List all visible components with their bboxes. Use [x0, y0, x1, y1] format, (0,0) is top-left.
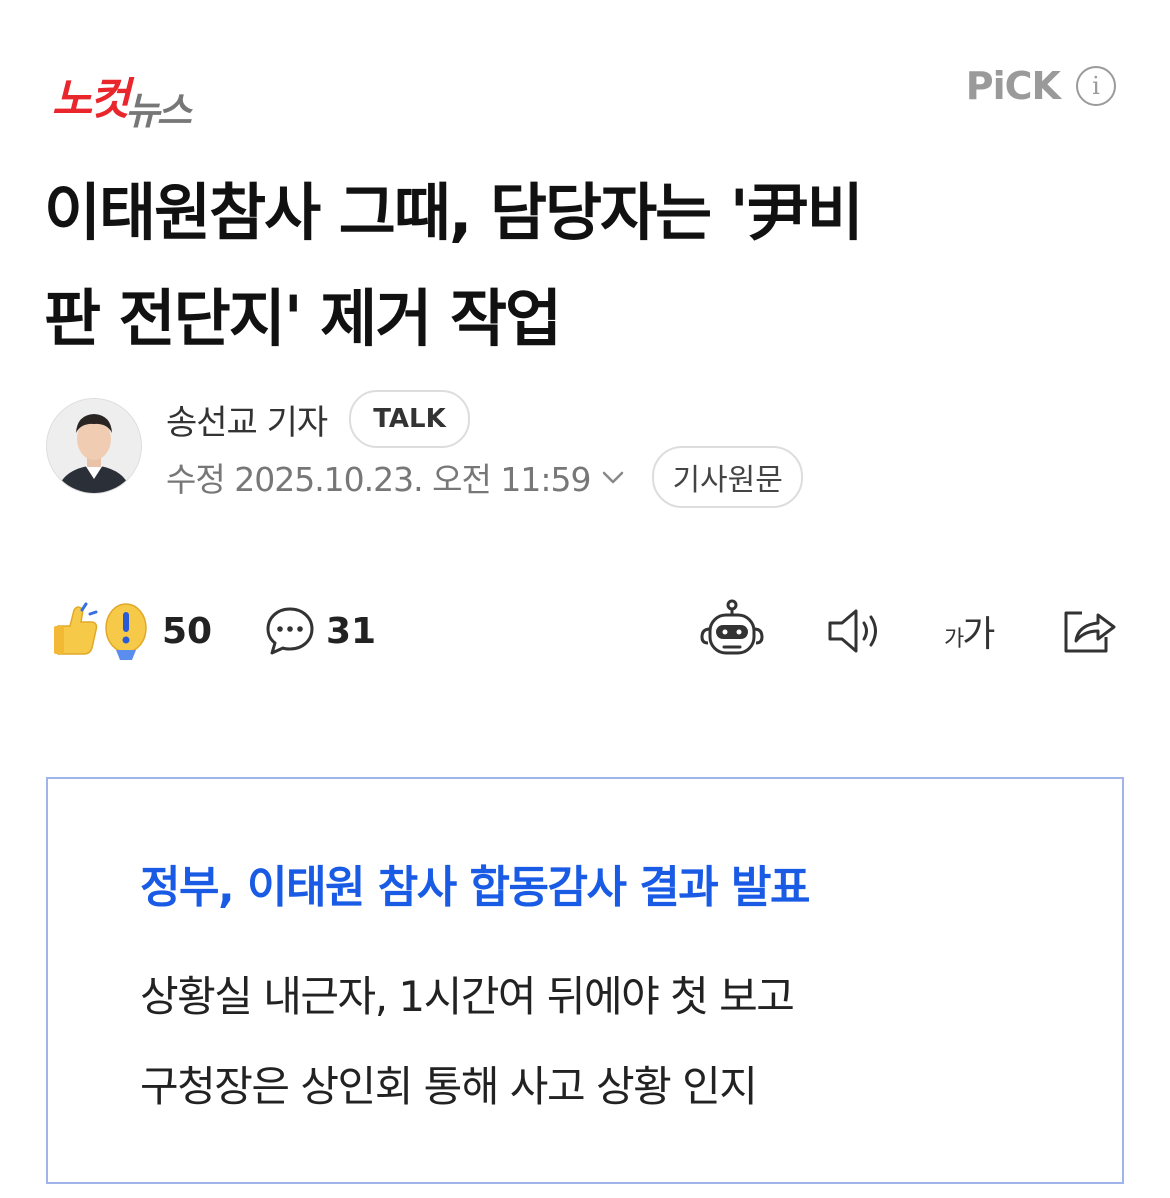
font-size-button[interactable]: 가가 — [944, 596, 995, 666]
share-icon — [1064, 611, 1116, 653]
reporter-line-1: 송선교 기자 TALK — [166, 390, 470, 448]
original-article-button[interactable]: 기사원문 — [652, 446, 803, 508]
ai-summary-button[interactable] — [698, 596, 766, 666]
article-headline: 이태원참사 그때, 담당자는 '尹비 판 전단지' 제거 작업 — [44, 160, 1114, 372]
chevron-down-icon[interactable] — [600, 464, 626, 490]
headline-line-2: 판 전단지' 제거 작업 — [44, 282, 562, 355]
font-size-large: 가 — [962, 614, 995, 655]
comment-count: 31 — [326, 610, 377, 652]
comment-icon — [266, 607, 314, 655]
font-size-small: 가 — [944, 627, 964, 652]
reporter-name[interactable]: 송선교 기자 — [166, 395, 328, 444]
top-header: 노컷 뉴스 PiCK i — [0, 0, 1170, 140]
reaction-icon — [54, 602, 147, 660]
nocut-news-logo[interactable]: 노컷 뉴스 — [52, 62, 192, 131]
action-bar: 50 31 가가 — [50, 596, 1120, 666]
logo-gray-text: 뉴스 — [124, 89, 192, 133]
font-size-icon: 가가 — [944, 605, 995, 657]
summary-line-1: 상황실 내근자, 1시간여 뒤에야 첫 보고 — [140, 972, 795, 1021]
reporter-info: 송선교 기자 TALK 수정 2025.10.23. 오전 11:59 기사원문 — [46, 390, 1126, 508]
summary-line-2: 구청장은 상인회 통해 사고 상황 인지 — [140, 1062, 758, 1111]
reporter-line-2: 수정 2025.10.23. 오전 11:59 기사원문 — [166, 446, 803, 508]
info-icon[interactable]: i — [1076, 66, 1116, 106]
headline-line-1: 이태원참사 그때, 담당자는 '尹비 — [44, 176, 864, 249]
share-button[interactable] — [1060, 596, 1118, 666]
reaction-count: 50 — [162, 610, 213, 652]
reaction-button[interactable]: 50 — [50, 596, 212, 666]
ai-robot-icon — [700, 599, 764, 655]
reporter-avatar-image — [47, 399, 141, 493]
modified-timestamp[interactable]: 수정 2025.10.23. 오전 11:59 — [166, 453, 591, 501]
summary-title[interactable]: 정부, 이태원 참사 합동감사 결과 발표 — [140, 851, 811, 915]
pick-label: PiCK — [965, 64, 1061, 108]
pick-badge[interactable]: PiCK i — [966, 64, 1116, 108]
talk-button[interactable]: TALK — [349, 390, 470, 448]
read-aloud-button[interactable] — [826, 596, 884, 666]
speaker-icon — [828, 609, 877, 653]
comment-button[interactable]: 31 — [264, 596, 376, 666]
logo-red-text: 노컷 — [52, 74, 130, 125]
article-summary-box: 정부, 이태원 참사 합동감사 결과 발표 상황실 내근자, 1시간여 뒤에야 … — [46, 777, 1124, 1184]
reporter-avatar[interactable] — [46, 398, 142, 494]
